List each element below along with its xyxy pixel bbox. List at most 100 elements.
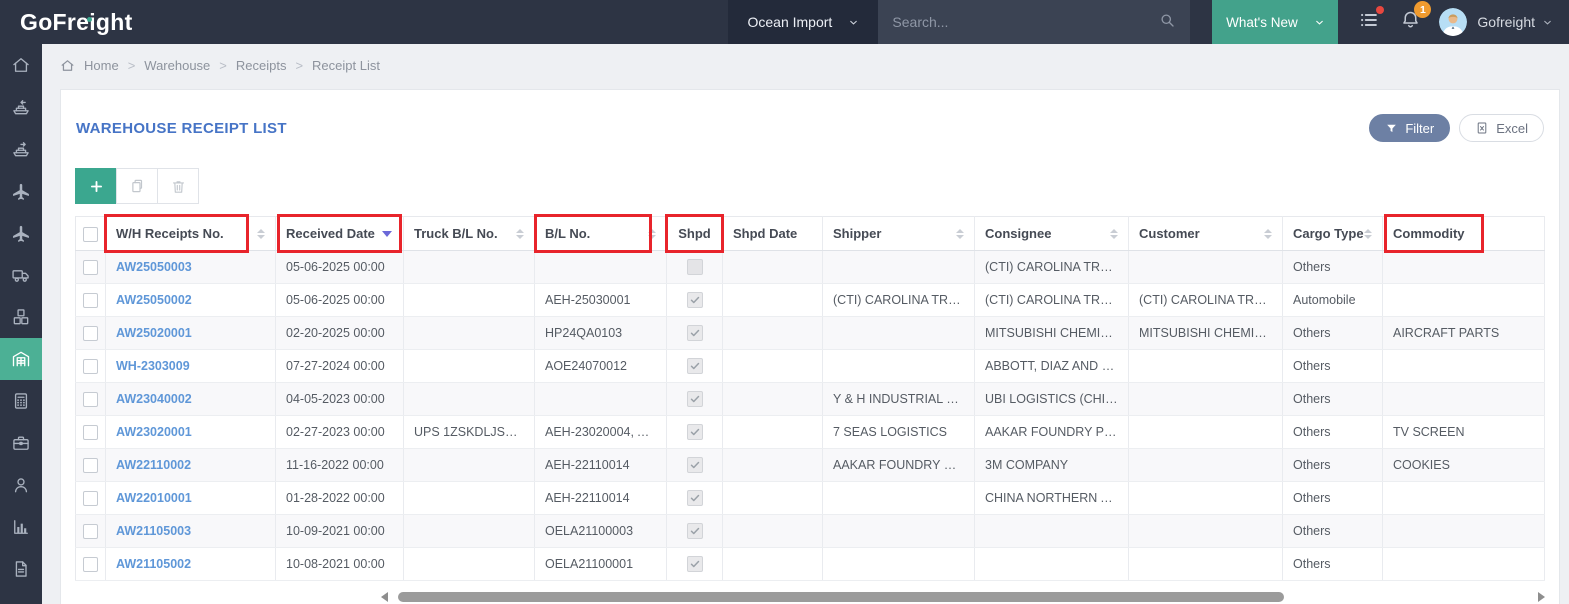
select-all-checkbox[interactable] <box>83 226 98 242</box>
scroll-left-arrow[interactable] <box>381 592 388 602</box>
search-icon[interactable] <box>1158 11 1176 34</box>
sort-icon[interactable] <box>1264 228 1272 239</box>
receipt-link[interactable]: AW25050002 <box>116 293 192 307</box>
column-header-truck_bl[interactable]: Truck B/L No. <box>403 216 535 251</box>
column-header-cargo[interactable]: Cargo Type <box>1282 216 1383 251</box>
copy-receipt-button[interactable] <box>116 168 158 204</box>
receipt-link[interactable]: WH-2303009 <box>116 359 190 373</box>
cell-whr: AW21105002 <box>105 547 276 581</box>
search-input[interactable] <box>892 14 1159 30</box>
receipt-link[interactable]: AW25020001 <box>116 326 192 340</box>
sort-icon[interactable] <box>516 228 524 239</box>
receipt-link[interactable]: AW22010001 <box>116 491 192 505</box>
cell-cargo: Others <box>1282 448 1383 482</box>
filter-button[interactable]: Filter <box>1369 114 1451 142</box>
sidebar-item-air-export[interactable] <box>0 212 42 254</box>
module-selector[interactable]: Ocean Import <box>728 0 879 44</box>
row-checkbox[interactable] <box>83 424 98 440</box>
sort-icon[interactable] <box>648 228 656 239</box>
sort-icon[interactable] <box>956 228 964 239</box>
sort-icon[interactable] <box>257 228 265 239</box>
sidebar-item-trucking[interactable] <box>0 254 42 296</box>
column-header-commodity[interactable]: Commodity <box>1382 213 1545 253</box>
sidebar-item-reports[interactable] <box>0 506 42 548</box>
sidebar-item-ocean-export[interactable] <box>0 128 42 170</box>
table-row: AW23040002 04-05-2023 00:00 Y & H INDUSTRI… <box>75 382 1545 416</box>
receipt-link[interactable]: AW23020001 <box>116 425 192 439</box>
cell-bl <box>534 250 667 284</box>
row-checkbox[interactable] <box>83 490 98 506</box>
row-checkbox[interactable] <box>83 457 98 473</box>
sidebar-item-documents[interactable] <box>0 548 42 590</box>
user-menu[interactable]: Gofreight <box>1477 14 1535 30</box>
receipt-link[interactable]: AW23040002 <box>116 392 192 406</box>
row-checkbox[interactable] <box>83 325 98 341</box>
receipt-link[interactable]: AW21105003 <box>116 524 191 538</box>
receipt-link[interactable]: AW21105002 <box>116 557 191 571</box>
scroll-right-arrow[interactable] <box>1538 592 1545 602</box>
cell-truck_bl <box>403 547 535 581</box>
column-header-received[interactable]: Received Date <box>275 213 404 253</box>
breadcrumb-home-icon[interactable] <box>60 58 75 73</box>
horizontal-scrollbar[interactable] <box>381 590 1545 604</box>
column-label: Shpd <box>678 226 711 241</box>
breadcrumb-item-warehouse[interactable]: Warehouse <box>144 58 210 73</box>
column-header-shpd_date[interactable]: Shpd Date <box>722 216 823 251</box>
column-header-shpd[interactable]: Shpd <box>664 213 724 253</box>
row-checkbox[interactable] <box>83 292 98 308</box>
sidebar-item-air-import[interactable] <box>0 170 42 212</box>
scrollbar-track[interactable] <box>395 592 1531 602</box>
column-header-consignee[interactable]: Consignee <box>974 216 1129 251</box>
cell-commodity <box>1382 514 1545 548</box>
app-logo[interactable]: GoFreight <box>0 9 133 36</box>
sort-icon[interactable] <box>1364 228 1372 239</box>
sidebar-item-ocean-import[interactable] <box>0 86 42 128</box>
sort-icon[interactable] <box>1110 228 1118 239</box>
cell-shpd_date <box>722 481 823 515</box>
excel-export-button[interactable]: Excel <box>1459 114 1544 142</box>
add-receipt-button[interactable] <box>75 168 117 204</box>
receipt-link[interactable]: AW25050003 <box>116 260 192 274</box>
breadcrumb-item-receipts[interactable]: Receipts <box>236 58 287 73</box>
row-checkbox[interactable] <box>83 358 98 374</box>
column-header-shipper[interactable]: Shipper <box>822 216 975 251</box>
row-checkbox[interactable] <box>83 556 98 572</box>
table-row: WH-2303009 07-27-2024 00:00 AOE24070012 ABB… <box>75 349 1545 383</box>
cell-customer <box>1128 547 1283 581</box>
table-row: AW25050003 05-06-2025 00:00 (CTI) CAROLINA… <box>75 250 1545 284</box>
notifications-button[interactable]: 1 <box>1400 1 1432 35</box>
column-label: Received Date <box>286 226 375 241</box>
cell-truck_bl: UPS 1ZSKDLJSFHF=2 <box>403 415 535 449</box>
sidebar-item-calculator[interactable] <box>0 380 42 422</box>
calculator-icon <box>11 391 31 411</box>
column-header-bl[interactable]: B/L No. <box>533 213 667 253</box>
breadcrumb-separator: > <box>127 57 136 73</box>
receipt-link[interactable]: AW22110002 <box>116 458 191 472</box>
cell-shpd_date <box>722 283 823 317</box>
sidebar-item-warehouse[interactable] <box>0 338 42 380</box>
column-header-whr[interactable]: W/H Receipts No. <box>103 213 276 253</box>
breadcrumb-separator: > <box>219 57 227 73</box>
scrollbar-thumb[interactable] <box>398 592 1285 602</box>
delete-receipt-button[interactable] <box>157 168 199 204</box>
cell-shipper: AAKAR FOUNDRY PVT L... <box>822 448 975 482</box>
sidebar-item-cargo-boxes[interactable] <box>0 296 42 338</box>
sidebar-item-briefcase[interactable] <box>0 422 42 464</box>
avatar[interactable] <box>1439 8 1468 36</box>
sort-desc-icon[interactable] <box>381 230 392 237</box>
tasks-menu-button[interactable] <box>1358 5 1385 36</box>
breadcrumb-item-receipt-list[interactable]: Receipt List <box>312 58 380 73</box>
breadcrumb-item-home[interactable]: Home <box>84 58 119 73</box>
column-header-customer[interactable]: Customer <box>1128 216 1283 251</box>
row-checkbox[interactable] <box>83 523 98 539</box>
row-checkbox[interactable] <box>83 391 98 407</box>
whats-new-button[interactable]: What's New <box>1212 0 1339 44</box>
sidebar-item-home[interactable] <box>0 44 42 86</box>
row-checkbox[interactable] <box>83 259 98 275</box>
cell-select <box>75 250 106 284</box>
cell-commodity: COOKIES <box>1382 448 1545 482</box>
sidebar-item-contacts[interactable] <box>0 464 42 506</box>
table-row: AW25020001 02-20-2025 00:00 HP24QA0103 MITS… <box>75 316 1545 350</box>
user-chevron-icon[interactable] <box>1542 17 1553 28</box>
cell-cargo: Automobile <box>1282 283 1383 317</box>
